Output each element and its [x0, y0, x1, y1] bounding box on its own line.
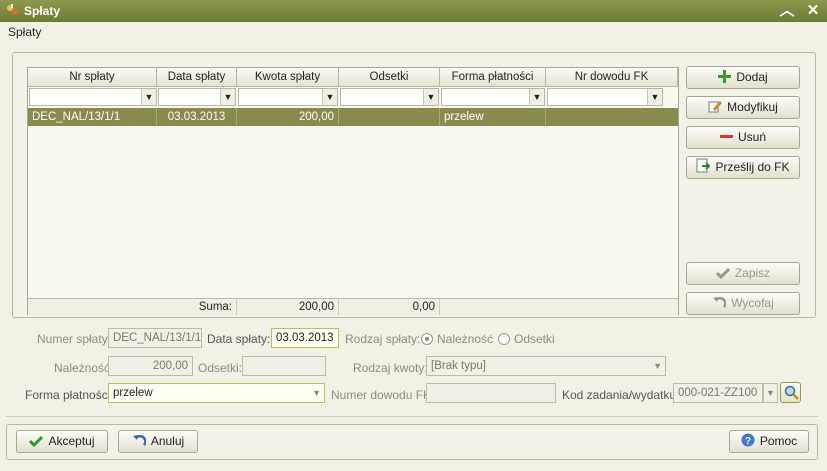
help-icon: ? — [741, 433, 755, 454]
cell-amount: 200,00 — [237, 108, 339, 126]
chevron-down-icon[interactable]: ▼ — [529, 89, 544, 105]
cell-interest — [339, 108, 440, 126]
radio-naleznosc[interactable]: Należność — [421, 332, 493, 346]
cancel-button[interactable]: Anuluj — [118, 430, 198, 453]
radio-selected-icon — [421, 333, 433, 345]
modify-label: Modyfikuj — [727, 100, 778, 114]
send-to-fk-button[interactable]: Prześlij do FK — [686, 156, 800, 179]
title-bar: Spłaty ︿ ✕ — [0, 0, 827, 22]
rodzaj-kwoty-select[interactable]: [Brak typu] ▼ — [426, 356, 666, 376]
kod-zadania-field[interactable]: 000-021-ZZ100 — [673, 383, 763, 403]
payments-grid: Nr spłaty Data spłaty Kwota spłaty Odset… — [27, 67, 679, 315]
menu-item-splaty[interactable]: Spłaty — [8, 25, 41, 39]
app-icon — [6, 3, 20, 17]
menu-bar: Spłaty — [0, 22, 827, 42]
forma-platnosci-label: Forma płatności: — [25, 388, 114, 402]
naleznosc-label: Należność: — [54, 361, 114, 375]
save-label: Zapisz — [734, 266, 771, 280]
window-title: Spłaty — [24, 4, 61, 18]
chevron-down-icon[interactable]: ▼ — [141, 89, 156, 105]
radio-odsetki[interactable]: Odsetki — [498, 332, 555, 346]
collapse-icon[interactable]: ︿ — [778, 2, 796, 20]
numer-splaty-label: Numer spłaty: — [37, 332, 112, 346]
search-button[interactable] — [780, 382, 801, 403]
separator — [6, 416, 818, 417]
undo-icon — [712, 295, 727, 316]
checkmark-icon — [29, 433, 44, 454]
cell-date: 03.03.2013 — [157, 108, 237, 126]
kod-zadania-dropdown[interactable]: ▼ — [763, 383, 778, 403]
undo-icon — [132, 433, 147, 454]
sum-row: Suma: 200,00 0,00 — [28, 298, 678, 315]
chevron-down-icon: ▼ — [766, 388, 775, 398]
sum-label: Suma: — [28, 299, 237, 315]
filter-nr[interactable]: ▼ — [29, 88, 157, 106]
close-icon[interactable]: ✕ — [804, 2, 822, 20]
rodzaj-kwoty-value: [Brak typu] — [431, 360, 486, 372]
numer-dowodu-label: Numer dowodu FK: — [331, 388, 435, 402]
help-label: Pomoc — [759, 434, 798, 448]
table-row[interactable]: DEC_NAL/13/1/1 03.03.2013 200,00 przelew — [28, 108, 678, 126]
data-splaty-field[interactable]: 03.03.2013 — [271, 328, 339, 348]
filter-doc[interactable]: ▼ — [547, 88, 663, 106]
column-header-doc[interactable]: Nr dowodu FK — [546, 68, 678, 87]
forma-platnosci-value: przelew — [113, 387, 153, 399]
filter-date[interactable]: ▼ — [158, 88, 236, 106]
odsetki-label: Odsetki: — [198, 361, 243, 375]
save-button[interactable]: Zapisz — [686, 262, 800, 285]
modify-button[interactable]: Modyfikuj — [686, 96, 800, 119]
filter-interest[interactable]: ▼ — [340, 88, 439, 106]
forma-platnosci-select[interactable]: przelew ▼ — [108, 383, 325, 403]
rodzaj-kwoty-label: Rodzaj kwoty: — [353, 361, 428, 375]
edit-icon — [708, 99, 723, 120]
naleznosc-field[interactable]: 200,00 — [108, 356, 193, 376]
rodzaj-splaty-label: Rodzaj spłaty: — [345, 332, 421, 346]
add-button[interactable]: Dodaj — [686, 66, 800, 89]
minus-icon — [719, 129, 733, 150]
odsetki-field[interactable] — [242, 356, 326, 376]
data-splaty-label: Data spłaty: — [207, 332, 271, 346]
cell-doc — [546, 108, 678, 126]
revert-label: Wycofaj — [731, 296, 774, 310]
delete-button[interactable]: Usuń — [686, 126, 800, 149]
sum-amount: 200,00 — [237, 299, 339, 315]
delete-label: Usuń — [737, 130, 766, 144]
radio-naleznosc-label: Należność — [437, 332, 494, 346]
filter-amount[interactable]: ▼ — [238, 88, 338, 106]
chevron-down-icon: ▼ — [653, 361, 662, 371]
revert-button[interactable]: Wycofaj — [686, 292, 800, 315]
accept-label: Akceptuj — [48, 434, 95, 448]
column-header-form[interactable]: Forma płatności — [440, 68, 546, 87]
radio-odsetki-label: Odsetki — [514, 332, 555, 346]
column-header-amount[interactable]: Kwota spłaty — [237, 68, 339, 87]
chevron-down-icon[interactable]: ▼ — [423, 89, 438, 105]
add-label: Dodaj — [736, 70, 768, 84]
numer-splaty-field[interactable]: DEC_NAL/13/1/1 — [108, 328, 202, 348]
cell-form: przelew — [440, 108, 546, 126]
chevron-down-icon: ▼ — [312, 388, 321, 398]
kod-zadania-label: Kod zadania/wydatku: — [562, 388, 680, 402]
svg-text:?: ? — [745, 436, 751, 447]
chevron-down-icon[interactable]: ▼ — [647, 89, 662, 105]
radio-unselected-icon — [498, 333, 510, 345]
checkmark-icon — [715, 265, 730, 286]
plus-icon — [718, 69, 732, 90]
filter-form[interactable]: ▼ — [441, 88, 545, 106]
send-label: Prześlij do FK — [715, 160, 790, 174]
send-document-icon — [696, 158, 711, 180]
chevron-down-icon[interactable]: ▼ — [322, 89, 337, 105]
chevron-down-icon[interactable]: ▼ — [220, 89, 235, 105]
column-header-nr[interactable]: Nr spłaty — [28, 68, 157, 87]
accept-button[interactable]: Akceptuj — [16, 430, 108, 453]
cancel-label: Anuluj — [150, 434, 185, 448]
column-header-interest[interactable]: Odsetki — [339, 68, 440, 87]
cell-nr: DEC_NAL/13/1/1 — [28, 108, 157, 126]
search-icon — [784, 385, 799, 403]
column-header-date[interactable]: Data spłaty — [157, 68, 237, 87]
numer-dowodu-field[interactable] — [426, 383, 556, 403]
help-button[interactable]: ? Pomoc — [729, 430, 809, 453]
sum-interest: 0,00 — [339, 299, 440, 315]
